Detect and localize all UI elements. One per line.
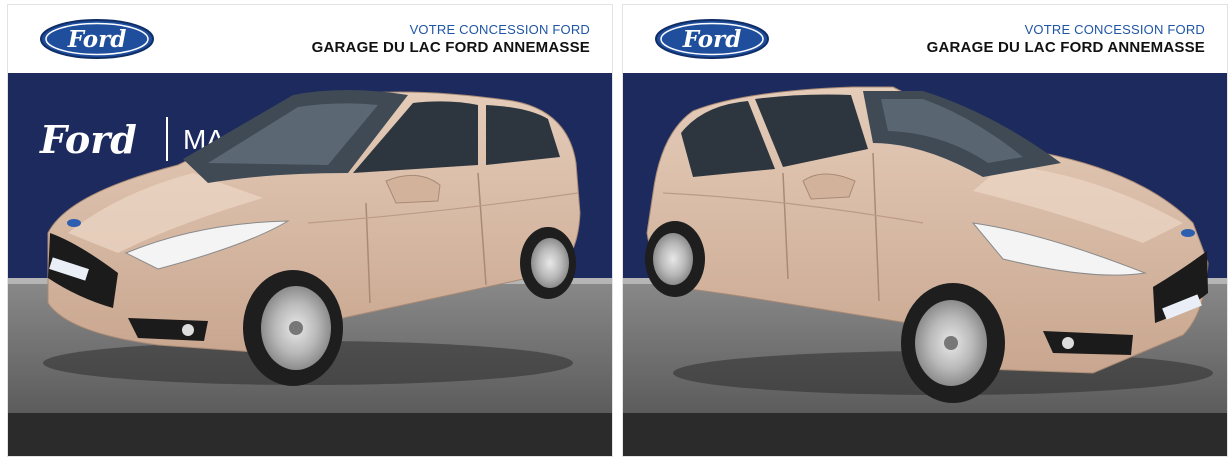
listing-photo-card-right[interactable]: Ford VOTRE CONCESSION FORD GARAGE DU LAC… [622, 4, 1228, 457]
photo-header: Ford VOTRE CONCESSION FORD GARAGE DU LAC… [8, 5, 612, 73]
dealer-info: VOTRE CONCESSION FORD GARAGE DU LAC FORD… [312, 22, 590, 57]
dealer-tagline: VOTRE CONCESSION FORD [409, 22, 590, 37]
photo-footer-bar [623, 413, 1227, 456]
dealer-tagline: VOTRE CONCESSION FORD [1024, 22, 1205, 37]
svg-text:Ford: Ford [67, 26, 127, 53]
dealer-info: VOTRE CONCESSION FORD GARAGE DU LAC FORD… [927, 22, 1205, 57]
svg-text:Ford: Ford [39, 117, 137, 162]
car-photo-front-right[interactable] [623, 73, 1227, 413]
dealer-name: GARAGE DU LAC FORD ANNEMASSE [311, 39, 590, 56]
listing-photo-card-left[interactable]: Ford VOTRE CONCESSION FORD GARAGE DU LAC… [7, 4, 613, 457]
photo-header: Ford VOTRE CONCESSION FORD GARAGE DU LAC… [623, 5, 1227, 73]
dealer-name: GARAGE DU LAC FORD ANNEMASSE [926, 39, 1205, 56]
photo-footer-bar [8, 413, 612, 456]
svg-text:Ford: Ford [682, 26, 742, 53]
car-photo-front-left[interactable]: Ford MA [8, 73, 612, 413]
ford-logo: Ford [653, 17, 771, 66]
ford-logo: Ford [38, 17, 156, 66]
